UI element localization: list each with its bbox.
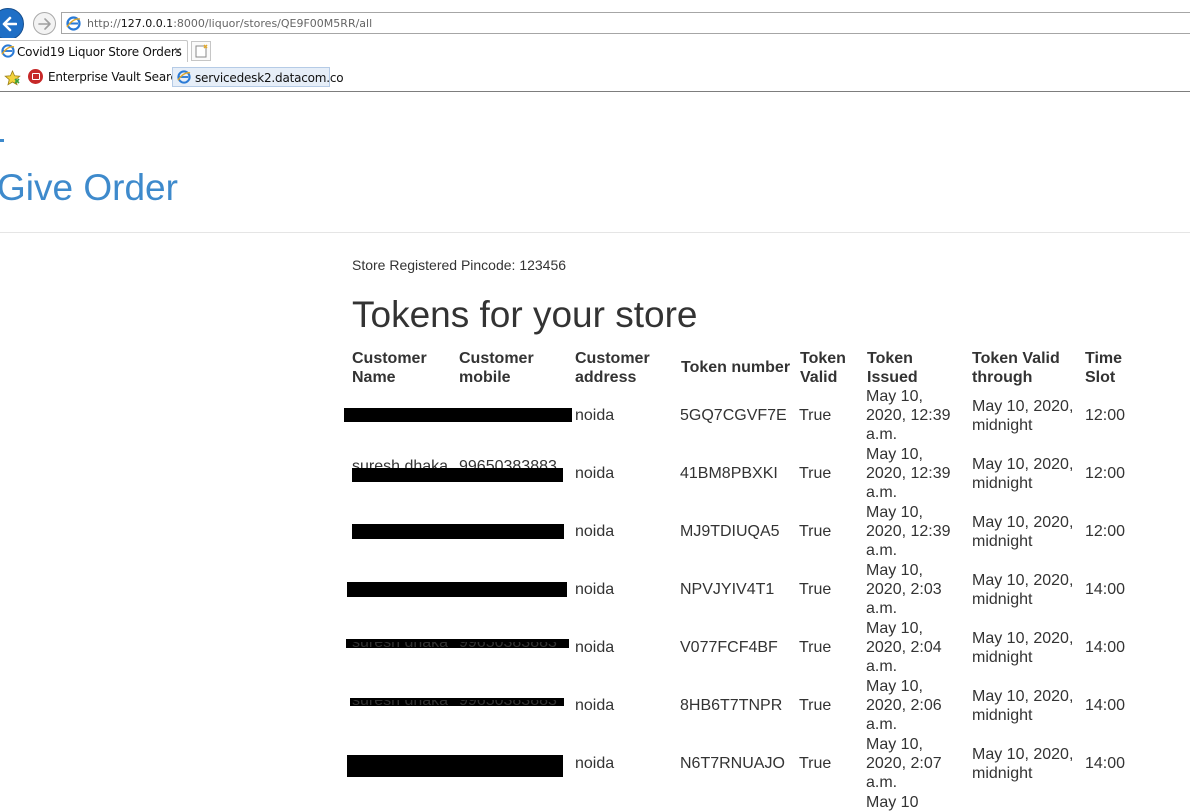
cell-token-valid: True	[799, 755, 832, 772]
cell-token-valid-through: May 10, 2020, midnight	[972, 630, 1074, 666]
store-pincode: Store Registered Pincode: 123456	[352, 257, 567, 273]
cell-token-valid-through: May 10, 2020, midnight	[972, 746, 1074, 782]
ie-page-icon	[66, 16, 81, 31]
favorite-label: Enterprise Vault Search	[48, 70, 185, 84]
cell-time-slot: 14:00	[1085, 639, 1126, 656]
cell-token-valid-through: May 10, 2020, midnight	[972, 398, 1074, 434]
cell-address: noida	[575, 465, 615, 482]
cell-address: noida	[575, 697, 615, 714]
cell-token-valid-through: May 10, 2020, midnight	[972, 572, 1074, 608]
cell-token-valid-through: May 10, 2020, midnight	[972, 514, 1074, 550]
cell-time-slot: 14:00	[1085, 581, 1126, 598]
header-customer-name: Customer Name	[352, 350, 427, 386]
header-token-valid-through: Token Valid through	[972, 350, 1060, 386]
favorite-label: servicedesk2.datacom.co	[195, 71, 344, 85]
cell-customer-name-partial: suresh dhaka	[352, 642, 449, 651]
cell-token-valid: True	[799, 407, 832, 424]
tab-close-icon[interactable]: ×	[174, 43, 182, 58]
cell-token-number: 41BM8PBXKI	[680, 465, 778, 482]
cell-token-issued-partial: May 10	[866, 794, 919, 811]
redaction-bar	[352, 468, 563, 482]
cell-token-number: N6T7RNUAJO	[680, 755, 785, 772]
tab-covid19-liquor-store-orders[interactable]: Covid19 Liquor Store Orders ×	[0, 40, 188, 62]
cell-address: noida	[575, 639, 615, 656]
divider	[0, 232, 1190, 233]
tab-title: Covid19 Liquor Store Orders	[17, 45, 182, 59]
header-time-slot: Time Slot	[1085, 350, 1123, 386]
cell-token-issued: May 10, 2020, 12:39 a.m.	[866, 388, 951, 443]
cell-token-number: 8HB6T7TNPR	[680, 697, 783, 714]
enterprise-vault-icon	[28, 69, 43, 84]
header-token-number: Token number	[681, 359, 791, 376]
cell-token-valid-through: May 10, 2020, midnight	[972, 456, 1074, 492]
cell-time-slot: 14:00	[1085, 755, 1126, 772]
cell-token-valid: True	[799, 581, 832, 598]
favorites-bar: Enterprise Vault Search servicedesk2.dat…	[0, 63, 1190, 92]
cell-token-number: 5GQ7CGVF7E	[680, 407, 787, 424]
cell-token-valid: True	[799, 697, 832, 714]
header-customer-mobile: Customer mobile	[459, 350, 534, 386]
navbar-brand-fragment[interactable]	[0, 139, 4, 142]
cell-customer-mobile-partial: 99650383883	[459, 458, 557, 468]
cell-token-number: V077FCF4BF	[680, 639, 778, 656]
redaction-bar	[347, 755, 563, 777]
cell-time-slot: 12:00	[1085, 407, 1126, 424]
forward-button[interactable]	[33, 12, 56, 35]
redaction-bar	[344, 408, 572, 422]
forward-arrow-icon	[38, 18, 51, 30]
cell-customer-mobile-partial: 99650383883	[459, 700, 557, 709]
cell-customer-name-partial: suresh dhaka	[352, 458, 449, 468]
redaction-bar	[352, 524, 564, 539]
tab-strip: Covid19 Liquor Store Orders ×	[0, 38, 1190, 63]
cell-time-slot: 14:00	[1085, 697, 1126, 714]
header-token-issued: Token Issued	[867, 350, 918, 386]
cell-address: noida	[575, 581, 615, 598]
cell-customer-name-partial: suresh dhaka	[352, 700, 449, 709]
ie-tab-icon	[1, 44, 15, 58]
cell-token-number: NPVJYIV4T1	[680, 581, 775, 598]
cell-address: noida	[575, 407, 615, 424]
cell-token-valid-through: May 10, 2020, midnight	[972, 688, 1074, 724]
cell-customer-mobile-partial: 99650383883	[459, 642, 557, 651]
header-customer-address: Customer address	[575, 350, 650, 386]
new-tab-icon	[195, 44, 208, 58]
tokens-title: Tokens for your store	[352, 294, 698, 335]
redaction-bar	[347, 582, 567, 597]
cell-token-valid: True	[799, 523, 832, 540]
back-button[interactable]	[0, 8, 24, 40]
cell-address: noida	[575, 755, 615, 772]
favorite-servicedesk2[interactable]: servicedesk2.datacom.co	[172, 67, 344, 87]
url-text: http://127.0.0.1:8000/liquor/stores/QE9F…	[87, 17, 373, 30]
header-token-valid: Token Valid	[800, 350, 846, 386]
favorites-star-icon[interactable]	[4, 70, 21, 86]
address-bar[interactable]: http://127.0.0.1:8000/liquor/stores/QE9F…	[61, 12, 1190, 34]
cell-token-number: MJ9TDIUQA5	[680, 523, 780, 540]
cell-token-issued: May 10, 2020, 12:39 a.m.	[866, 446, 951, 501]
ie-favorite-icon	[177, 70, 191, 84]
page-content: Give Order Store Registered Pincode: 123…	[0, 93, 1190, 811]
cell-token-issued: May 10, 2020, 2:06 a.m.	[866, 678, 942, 733]
new-tab-button[interactable]	[191, 41, 211, 61]
cell-time-slot: 12:00	[1085, 465, 1126, 482]
cell-token-valid: True	[799, 639, 832, 656]
cell-token-issued: May 10, 2020, 2:03 a.m.	[866, 562, 942, 617]
cell-token-issued: May 10, 2020, 2:04 a.m.	[866, 620, 942, 675]
cell-address: noida	[575, 523, 615, 540]
cell-token-valid: True	[799, 465, 832, 482]
back-arrow-icon	[2, 16, 17, 32]
cell-token-issued: May 10, 2020, 2:07 a.m.	[866, 736, 942, 791]
give-order-link[interactable]: Give Order	[0, 169, 178, 206]
cell-token-issued: May 10, 2020, 12:39 a.m.	[866, 504, 951, 559]
cell-time-slot: 12:00	[1085, 523, 1126, 540]
favorite-enterprise-vault-search[interactable]: Enterprise Vault Search	[28, 67, 184, 87]
